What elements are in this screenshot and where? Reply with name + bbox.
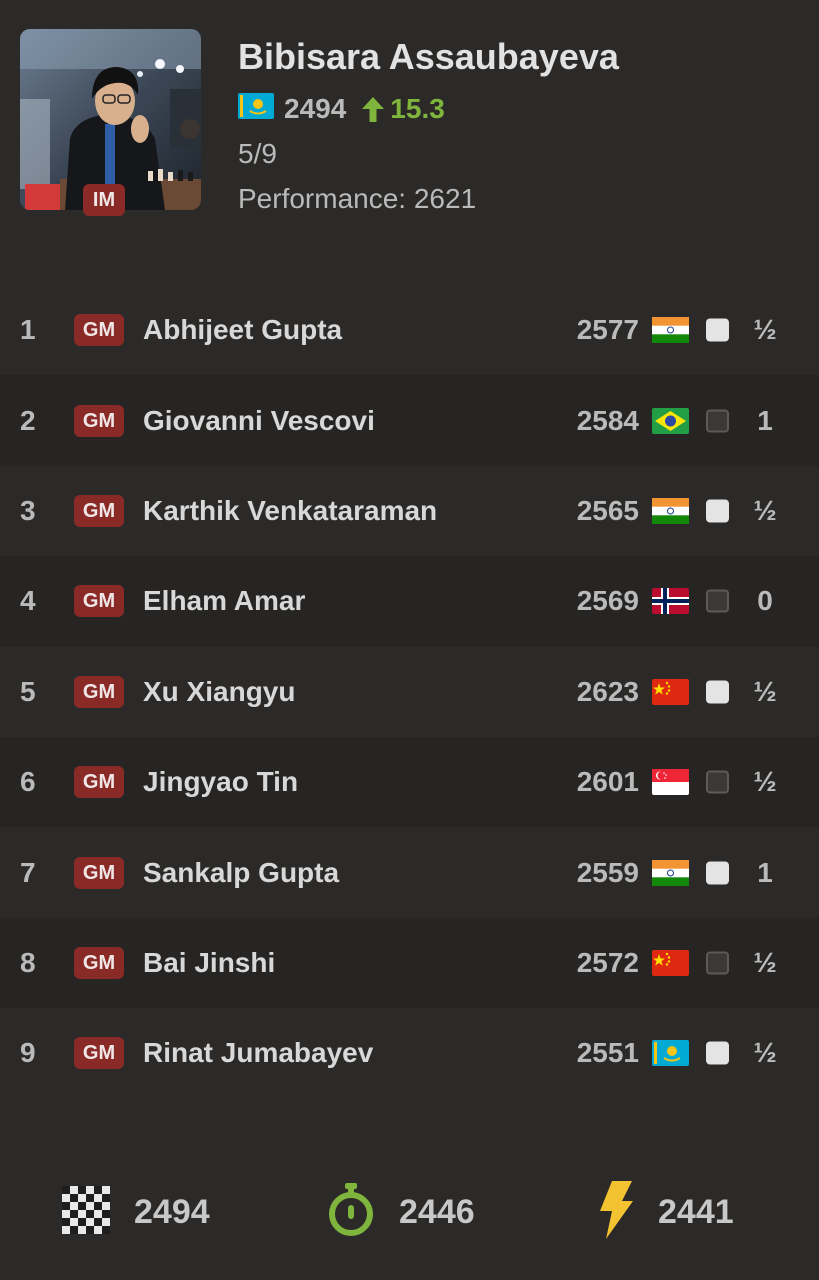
stopwatch-icon xyxy=(327,1183,375,1242)
opponent-rating: 2584 xyxy=(576,404,639,436)
opponent-title-badge: GM xyxy=(74,675,124,708)
round-number: 8 xyxy=(20,946,36,978)
india-flag-icon xyxy=(652,317,689,344)
rapid-rating-value: 2446 xyxy=(399,1193,475,1231)
china-flag-icon xyxy=(652,678,689,705)
game-result: 1 xyxy=(757,856,773,888)
opponent-title-badge: GM xyxy=(74,404,124,437)
game-result: ½ xyxy=(753,946,777,978)
opponent-rating: 2623 xyxy=(576,675,639,707)
game-row[interactable]: 6 GM Jingyao Tin 2601 ½ xyxy=(0,736,819,828)
game-row[interactable]: 7 GM Sankalp Gupta 2559 1 xyxy=(0,827,819,917)
game-result: 0 xyxy=(757,585,773,617)
opponent-name[interactable]: Bai Jinshi xyxy=(143,947,275,979)
player-photo xyxy=(20,29,201,210)
round-number: 3 xyxy=(20,494,36,526)
rating-change: 15.3 xyxy=(390,93,445,124)
color-indicator-white xyxy=(706,680,729,704)
round-number: 1 xyxy=(20,314,36,346)
opponent-name[interactable]: Giovanni Vescovi xyxy=(143,405,375,437)
arrow-up-icon xyxy=(360,95,386,123)
opponent-title-badge: GM xyxy=(74,494,124,527)
lightning-icon xyxy=(598,1181,634,1244)
game-row[interactable]: 9 GM Rinat Jumabayev 2551 ½ xyxy=(0,1008,819,1098)
color-indicator-white xyxy=(706,861,729,885)
game-result: ½ xyxy=(753,494,777,526)
color-indicator-white xyxy=(706,318,729,342)
opponent-rating: 2551 xyxy=(576,1037,639,1069)
opponent-title-badge: GM xyxy=(74,946,124,979)
opponent-name[interactable]: Abhijeet Gupta xyxy=(143,314,342,346)
player-rating-line: 2494 15.3 xyxy=(238,92,445,126)
standard-rating[interactable]: 2494 xyxy=(62,1175,210,1250)
opponent-title-badge: GM xyxy=(74,1037,124,1070)
opponent-rating: 2601 xyxy=(576,766,639,798)
game-result: ½ xyxy=(753,675,777,707)
player-rating: 2494 xyxy=(284,93,347,124)
round-number: 5 xyxy=(20,675,36,707)
color-indicator-black xyxy=(706,770,729,794)
opponent-name[interactable]: Xu Xiangyu xyxy=(143,676,295,708)
game-result: ½ xyxy=(753,766,777,798)
china-flag-icon xyxy=(652,949,689,976)
game-row[interactable]: 3 GM Karthik Venkataraman 2565 ½ xyxy=(0,466,819,556)
player-title-badge: IM xyxy=(83,184,125,216)
norway-flag-icon xyxy=(652,588,689,615)
game-row[interactable]: 4 GM Elham Amar 2569 0 xyxy=(0,556,819,647)
round-number: 7 xyxy=(20,856,36,888)
opponent-title-badge: GM xyxy=(74,314,124,347)
opponent-name[interactable]: Elham Amar xyxy=(143,585,305,617)
color-indicator-black xyxy=(706,951,729,975)
color-indicator-white xyxy=(706,1041,729,1065)
round-number: 6 xyxy=(20,766,36,798)
round-number: 4 xyxy=(20,585,36,617)
player-header: IM Bibisara Assaubayeva 2494 15.3 5/9 Pe… xyxy=(0,0,819,260)
rating-summary: 2494 2446 2441 xyxy=(0,1175,819,1250)
standard-rating-value: 2494 xyxy=(134,1193,210,1231)
game-row[interactable]: 5 GM Xu Xiangyu 2623 ½ xyxy=(0,647,819,737)
color-indicator-black xyxy=(706,409,729,433)
opponent-name[interactable]: Karthik Venkataraman xyxy=(143,495,437,527)
opponent-rating: 2572 xyxy=(576,946,639,978)
opponent-title-badge: GM xyxy=(74,766,124,799)
opponent-name[interactable]: Sankalp Gupta xyxy=(143,857,339,889)
round-number: 2 xyxy=(20,404,36,436)
player-name[interactable]: Bibisara Assaubayeva xyxy=(238,36,619,78)
game-row[interactable]: 2 GM Giovanni Vescovi 2584 1 xyxy=(0,375,819,466)
singapore-flag-icon xyxy=(652,769,689,796)
blitz-rating[interactable]: 2441 xyxy=(598,1175,734,1250)
game-result: ½ xyxy=(753,1037,777,1069)
india-flag-icon xyxy=(652,497,689,524)
game-result: ½ xyxy=(753,314,777,346)
game-row[interactable]: 1 GM Abhijeet Gupta 2577 ½ xyxy=(0,285,819,375)
rapid-rating[interactable]: 2446 xyxy=(327,1175,475,1250)
opponent-rating: 2559 xyxy=(576,856,639,888)
round-number: 9 xyxy=(20,1037,36,1069)
opponent-name[interactable]: Rinat Jumabayev xyxy=(143,1037,373,1069)
game-result: 1 xyxy=(757,404,773,436)
opponent-title-badge: GM xyxy=(74,856,124,889)
games-list: 1 GM Abhijeet Gupta 2577 ½ 2 GM Giovanni… xyxy=(0,285,819,1099)
brazil-flag-icon xyxy=(652,407,689,434)
game-row[interactable]: 8 GM Bai Jinshi 2572 ½ xyxy=(0,917,819,1009)
opponent-title-badge: GM xyxy=(74,585,124,618)
color-indicator-white xyxy=(706,499,729,523)
opponent-rating: 2565 xyxy=(576,494,639,526)
india-flag-icon xyxy=(652,859,689,886)
blitz-rating-value: 2441 xyxy=(658,1193,734,1231)
kazakhstan-flag-icon xyxy=(238,92,274,126)
opponent-rating: 2577 xyxy=(576,314,639,346)
kazakhstan-flag-icon xyxy=(652,1040,689,1067)
player-performance: Performance: 2621 xyxy=(238,183,477,214)
color-indicator-black xyxy=(706,589,729,613)
player-score: 5/9 xyxy=(238,138,277,169)
opponent-rating: 2569 xyxy=(576,585,639,617)
opponent-name[interactable]: Jingyao Tin xyxy=(143,766,298,798)
checkered-board-icon xyxy=(62,1186,110,1239)
